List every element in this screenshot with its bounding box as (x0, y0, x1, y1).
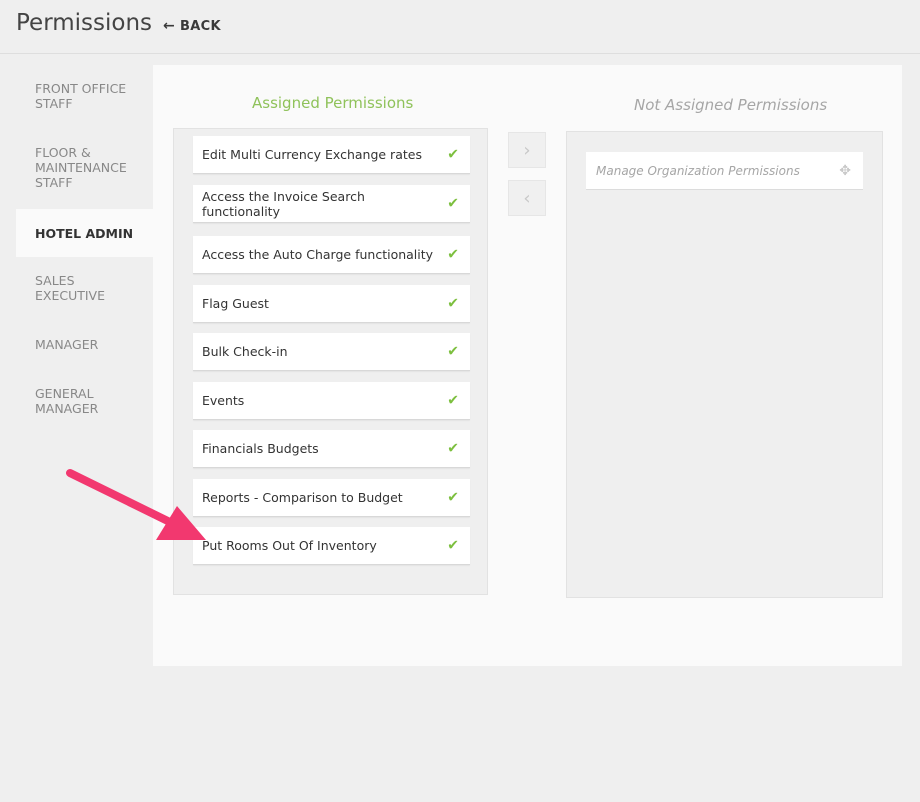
permission-label: Financials Budgets (202, 441, 319, 456)
permission-label: Access the Auto Charge functionality (202, 247, 434, 262)
checkmark-icon: ✔ (447, 440, 459, 456)
page-title: Permissions (16, 10, 153, 36)
back-label: BACK (180, 19, 221, 34)
permission-label: Manage Organization Permissions (596, 163, 800, 178)
permission-label: Flag Guest (202, 296, 269, 311)
checkmark-icon: ✔ (447, 295, 459, 311)
permission-label: Access the Invoice Search functionality (202, 188, 365, 219)
not-assigned-permissions-title: Not Assigned Permissions (634, 96, 828, 114)
checkmark-icon: ✔ (447, 195, 459, 211)
assigned-permission-item[interactable]: Edit Multi Currency Exchange rates ✔ (193, 136, 470, 174)
not-assigned-permission-item[interactable]: Manage Organization Permissions ✥ (586, 152, 863, 190)
assigned-permission-item[interactable]: Reports - Comparison to Budget ✔ (193, 479, 470, 517)
move-icon: ✥ (839, 162, 851, 179)
assigned-permissions-list[interactable]: Edit Multi Currency Exchange rates ✔ Acc… (173, 128, 488, 595)
checkmark-icon: ✔ (447, 537, 459, 553)
permissions-panel: Assigned Permissions Not Assigned Permis… (153, 65, 902, 666)
chevron-left-icon: ‹ (523, 187, 531, 209)
permission-label: Bulk Check-in (202, 344, 288, 359)
checkmark-icon: ✔ (447, 343, 459, 359)
checkmark-icon: ✔ (447, 392, 459, 408)
sidebar-item-manager[interactable]: MANAGER (16, 337, 153, 352)
arrow-left-icon: ← (163, 18, 176, 34)
move-to-not-assigned-button[interactable]: › (508, 132, 546, 168)
assigned-permission-item[interactable]: Events ✔ (193, 382, 470, 420)
assigned-permission-item[interactable]: Flag Guest ✔ (193, 285, 470, 323)
checkmark-icon: ✔ (447, 146, 459, 162)
assigned-permissions-title: Assigned Permissions (252, 94, 414, 112)
permission-label: Edit Multi Currency Exchange rates (202, 147, 422, 162)
assigned-permission-item[interactable]: Financials Budgets ✔ (193, 430, 470, 468)
checkmark-icon: ✔ (447, 489, 459, 505)
not-assigned-permissions-list[interactable]: Manage Organization Permissions ✥ (566, 131, 883, 598)
sidebar-item-general-manager[interactable]: GENERAL MANAGER (16, 386, 116, 416)
checkmark-icon: ✔ (447, 246, 459, 262)
sidebar-item-hotel-admin[interactable]: HOTEL ADMIN (16, 209, 153, 257)
permission-label: Events (202, 393, 245, 408)
assigned-permission-item[interactable]: Access the Auto Charge functionality ✔ (193, 236, 470, 274)
back-button[interactable]: ← BACK (163, 18, 221, 34)
permission-label: Reports - Comparison to Budget (202, 490, 403, 505)
sidebar-item-front-office-staff[interactable]: FRONT OFFICE STAFF (16, 81, 153, 111)
sidebar-item-floor-maintenance-staff[interactable]: FLOOR & MAINTENANCE STAFF (16, 145, 146, 190)
move-to-assigned-button[interactable]: ‹ (508, 180, 546, 216)
permission-label: Put Rooms Out Of Inventory (202, 538, 377, 553)
sidebar-item-sales-executive[interactable]: SALES EXECUTIVE (16, 273, 116, 303)
page-header: Permissions ← BACK (0, 0, 920, 54)
assigned-permission-item[interactable]: Put Rooms Out Of Inventory ✔ (193, 527, 470, 565)
assigned-permission-item[interactable]: Access the Invoice Search functionality … (193, 185, 470, 223)
assigned-permission-item[interactable]: Bulk Check-in ✔ (193, 333, 470, 371)
chevron-right-icon: › (523, 139, 531, 161)
